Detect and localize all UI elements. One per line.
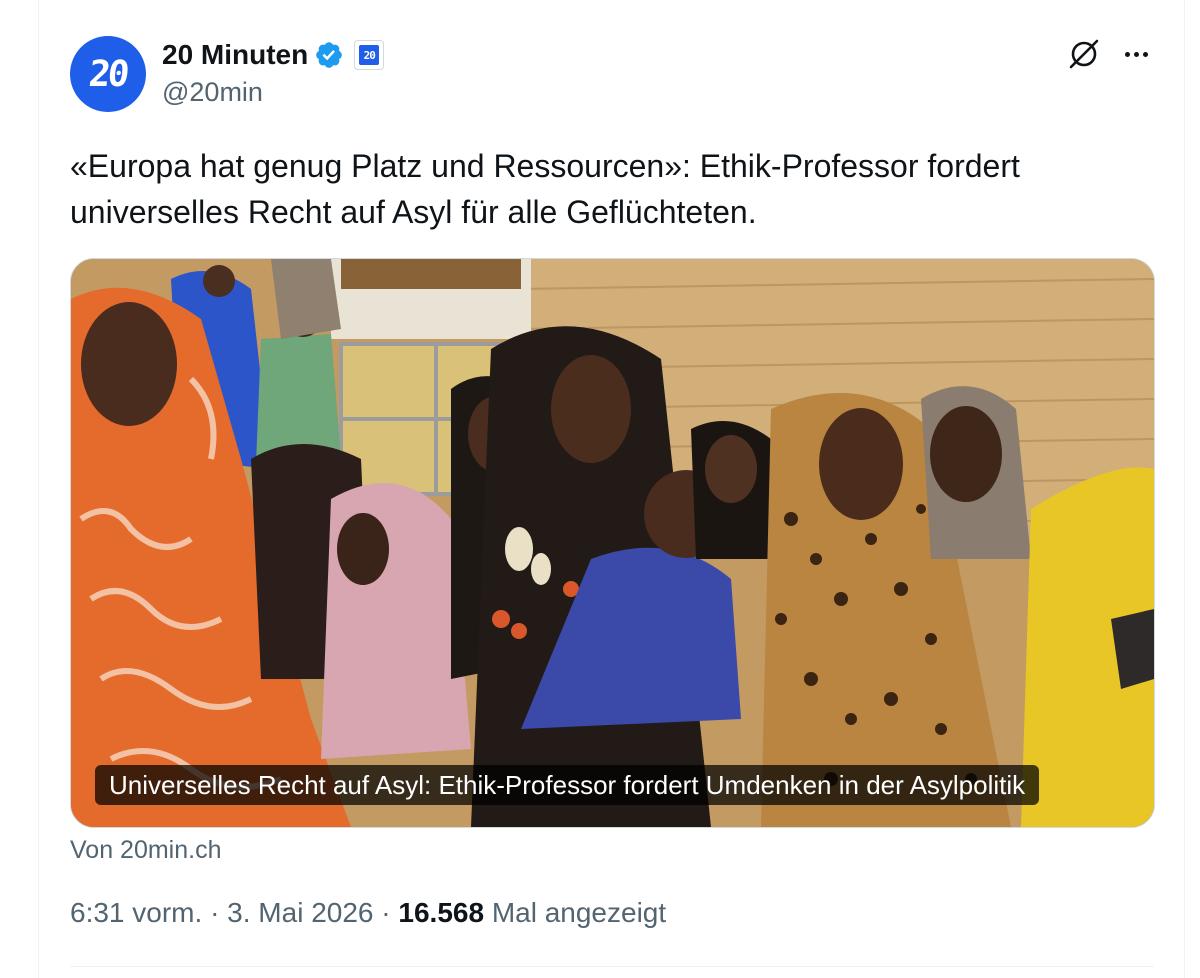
left-divider: [38, 0, 39, 978]
link-card-image[interactable]: Universelles Recht auf Asyl: Ethik-Profe…: [70, 258, 1155, 828]
views-count: 16.568: [398, 897, 485, 928]
author-display-name[interactable]: 20 Minuten: [162, 39, 308, 71]
author-handle[interactable]: @20min: [162, 77, 263, 108]
verified-badge-icon[interactable]: [314, 40, 344, 70]
tweet-text: «Europa hat genug Platz und Ressourcen»:…: [70, 148, 1020, 230]
more-dot: [1133, 51, 1139, 57]
avatar-logo-text: 20: [87, 53, 129, 95]
right-divider: [1184, 0, 1185, 978]
author-avatar[interactable]: 20: [70, 36, 146, 112]
author-name-row: 20 Minuten 20: [162, 38, 385, 72]
grok-icon[interactable]: [1066, 36, 1102, 72]
meta-separator: ·: [381, 897, 391, 928]
tweet-time[interactable]: 6:31 vorm.: [70, 897, 202, 928]
card-source[interactable]: Von 20min.ch: [70, 836, 222, 865]
card-caption: Universelles Recht auf Asyl: Ethik-Profe…: [95, 765, 1040, 805]
more-dot: [1142, 51, 1148, 57]
more-dot: [1124, 51, 1130, 57]
tweet-meta: 6:31 vorm. · 3. Mai 2026 · 16.568 Mal an…: [70, 897, 666, 929]
tweet-page: 20 20 Minuten 20 @20min «Europa hat genu…: [0, 0, 1200, 978]
views-label: Mal angezeigt: [491, 897, 667, 928]
news-photo: [71, 259, 1154, 827]
bottom-divider: [70, 966, 1154, 967]
meta-separator: ·: [210, 897, 220, 928]
affiliate-badge-logo: 20: [359, 45, 380, 65]
affiliate-badge[interactable]: 20: [354, 40, 385, 70]
more-icon[interactable]: [1118, 36, 1154, 72]
tweet-date[interactable]: 3. Mai 2026: [227, 897, 373, 928]
